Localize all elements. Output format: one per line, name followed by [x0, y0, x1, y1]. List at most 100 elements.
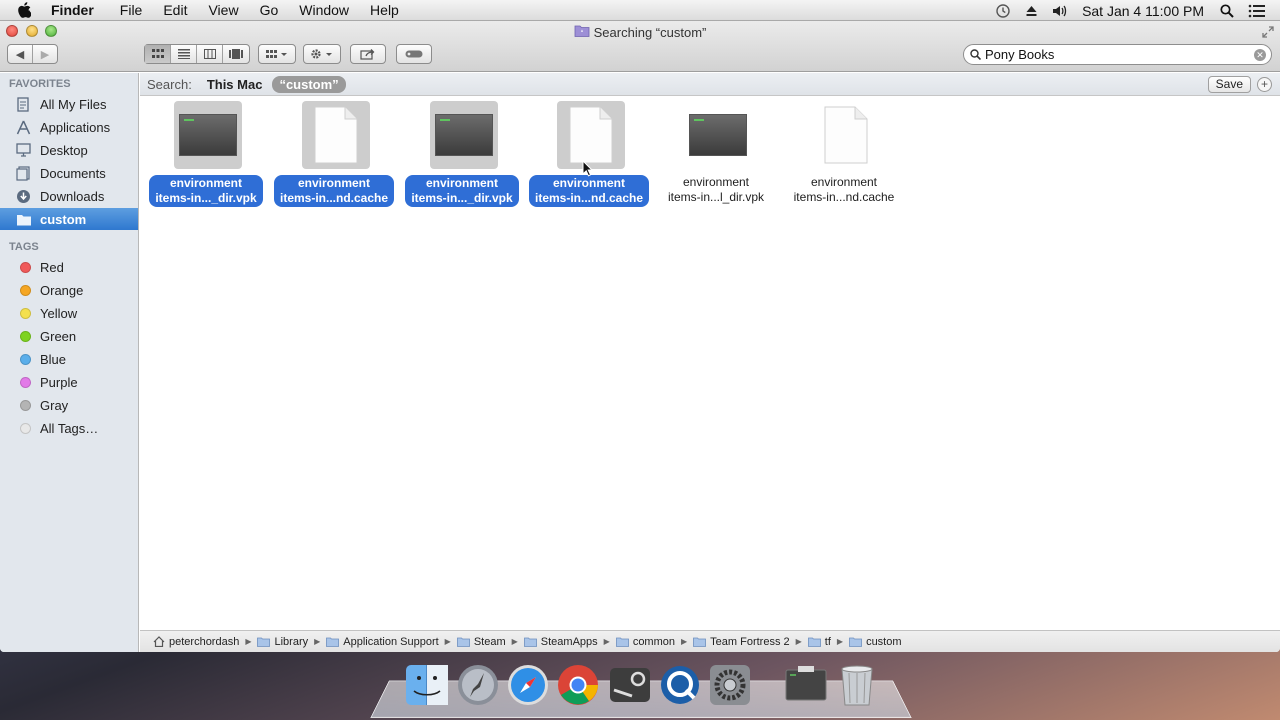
list-view-button[interactable]	[171, 45, 197, 63]
orange-tag-dot-icon	[20, 284, 31, 296]
launchpad-icon[interactable]	[455, 662, 501, 708]
file-item[interactable]: environment items-in...nd.cache	[780, 101, 908, 204]
chrome-icon[interactable]	[555, 662, 601, 708]
volume-icon[interactable]	[1052, 4, 1068, 18]
finder-icon[interactable]	[404, 662, 450, 708]
clear-search-icon[interactable]: ✕	[1254, 49, 1266, 61]
cover-flow-icon	[229, 49, 243, 59]
window-toolbar: Searching “custom” ◀ ▶ Pony Books ✕	[0, 21, 1280, 72]
menu-go[interactable]: Go	[260, 2, 279, 18]
sidebar-tag-gray[interactable]: Gray	[0, 394, 138, 416]
all-tags-dot-icon	[20, 422, 31, 434]
share-icon	[360, 49, 375, 60]
path-crumb-common[interactable]: common	[615, 636, 675, 648]
path-crumb-custom[interactable]: custom	[849, 636, 902, 648]
sidebar-item-applications[interactable]: Applications	[0, 116, 138, 138]
menu-help[interactable]: Help	[370, 2, 399, 18]
icon-view-button[interactable]	[145, 45, 171, 63]
file-item[interactable]: environment items-in...l_dir.vpk	[652, 101, 780, 204]
add-criteria-button[interactable]: +	[1257, 77, 1272, 92]
file-name-line1: environment	[297, 176, 370, 190]
mouse-cursor-icon	[582, 160, 593, 177]
menu-edit[interactable]: Edit	[163, 2, 187, 18]
path-separator-icon: ▶	[314, 637, 321, 646]
sidebar-tag-red[interactable]: Red	[0, 256, 138, 278]
search-input[interactable]	[985, 47, 1245, 62]
smart-folder-icon	[574, 24, 590, 40]
sidebar-tag-label: Purple	[40, 374, 78, 390]
path-separator-icon: ▶	[603, 637, 610, 646]
sidebar-tag-label: Blue	[40, 351, 67, 367]
tag-icon	[405, 50, 423, 58]
share-button[interactable]	[350, 44, 386, 64]
home-icon	[153, 636, 165, 647]
arrange-button[interactable]	[258, 44, 296, 64]
sidebar-tag-green[interactable]: Green	[0, 325, 138, 347]
notification-center-icon[interactable]	[1248, 4, 1266, 18]
search-field[interactable]: ✕	[963, 44, 1272, 65]
search-scope-bar: Search: This Mac “custom” Save +	[140, 73, 1280, 96]
path-crumb-team-fortress-2[interactable]: Team Fortress 2	[693, 635, 790, 648]
system-preferences-icon[interactable]	[707, 662, 753, 708]
back-button[interactable]: ◀	[8, 45, 33, 63]
sidebar-item-documents[interactable]: Documents	[0, 162, 138, 184]
path-crumb-application-support[interactable]: Application Support	[326, 636, 439, 648]
menu-window[interactable]: Window	[299, 2, 349, 18]
path-crumb-home[interactable]: peterchordash	[153, 636, 239, 648]
path-crumb-steam[interactable]: Steam	[456, 636, 506, 648]
menu-view[interactable]: View	[208, 2, 238, 18]
path-crumb-tf[interactable]: tf	[807, 636, 831, 648]
sidebar-tag-orange[interactable]: Orange	[0, 279, 138, 301]
path-crumb-library[interactable]: Library	[257, 636, 308, 648]
menu-app-name[interactable]: Finder	[51, 2, 94, 18]
fullscreen-icon[interactable]	[1262, 26, 1274, 38]
time-machine-icon[interactable]	[995, 3, 1011, 19]
path-crumb-steamapps[interactable]: SteamApps	[523, 636, 598, 648]
file-name-line2: items-in...l_dir.vpk	[667, 190, 765, 204]
folder-icon	[326, 637, 340, 647]
sidebar-tag-yellow[interactable]: Yellow	[0, 302, 138, 324]
eject-icon[interactable]	[1025, 5, 1038, 17]
file-item[interactable]: environment items-in..._dir.vpk	[398, 101, 526, 207]
file-name-line2: items-in...nd.cache	[534, 191, 644, 205]
column-view-button[interactable]	[197, 45, 223, 63]
sidebar-tag-label: Green	[40, 328, 77, 344]
sidebar-tag-purple[interactable]: Purple	[0, 371, 138, 393]
file-item[interactable]: environment items-in...nd.cache	[270, 101, 398, 207]
column-view-icon	[203, 49, 216, 59]
sidebar-item-custom[interactable]: custom	[0, 208, 138, 230]
quicktime-icon[interactable]	[657, 662, 703, 708]
window-title-bar: Searching “custom”	[0, 24, 1280, 40]
sidebar-item-label: Applications	[40, 119, 111, 135]
menu-file[interactable]: File	[120, 2, 143, 18]
trash-icon[interactable]	[834, 662, 880, 708]
apple-menu-icon[interactable]	[17, 1, 35, 19]
safari-icon[interactable]	[505, 662, 551, 708]
terminal-file-icon	[684, 101, 752, 169]
menu-clock[interactable]: Sat Jan 4 11:00 PM	[1082, 3, 1204, 19]
sidebar-item-desktop[interactable]: Desktop	[0, 139, 138, 161]
terminal-icon[interactable]	[783, 662, 829, 708]
scope-current-folder-button[interactable]: “custom”	[272, 75, 346, 93]
gear-icon	[311, 49, 332, 59]
scope-this-mac-button[interactable]: This Mac	[207, 77, 263, 92]
sidebar-tag-label: Orange	[40, 282, 84, 298]
action-button[interactable]	[303, 44, 341, 64]
sidebar-all-tags[interactable]: All Tags…	[0, 417, 138, 439]
tags-header: TAGS	[9, 241, 39, 253]
red-tag-dot-icon	[20, 261, 31, 273]
file-item[interactable]: environment items-in..._dir.vpk	[142, 101, 270, 207]
spotlight-icon[interactable]	[1220, 3, 1234, 18]
sidebar-item-all-my-files[interactable]: All My Files	[0, 93, 138, 115]
folder-icon	[456, 637, 470, 647]
forward-button[interactable]: ▶	[33, 45, 57, 63]
save-search-button[interactable]: Save	[1207, 76, 1251, 93]
sidebar-tag-blue[interactable]: Blue	[0, 348, 138, 370]
edit-tags-button[interactable]	[396, 44, 432, 64]
sidebar-item-downloads[interactable]: Downloads	[0, 185, 138, 207]
green-tag-dot-icon	[20, 330, 31, 342]
path-crumb-label: Team Fortress 2	[710, 635, 790, 648]
steam-icon[interactable]	[607, 662, 653, 708]
cover-flow-button[interactable]	[223, 45, 249, 63]
file-item[interactable]: environment items-in...nd.cache	[525, 101, 653, 207]
